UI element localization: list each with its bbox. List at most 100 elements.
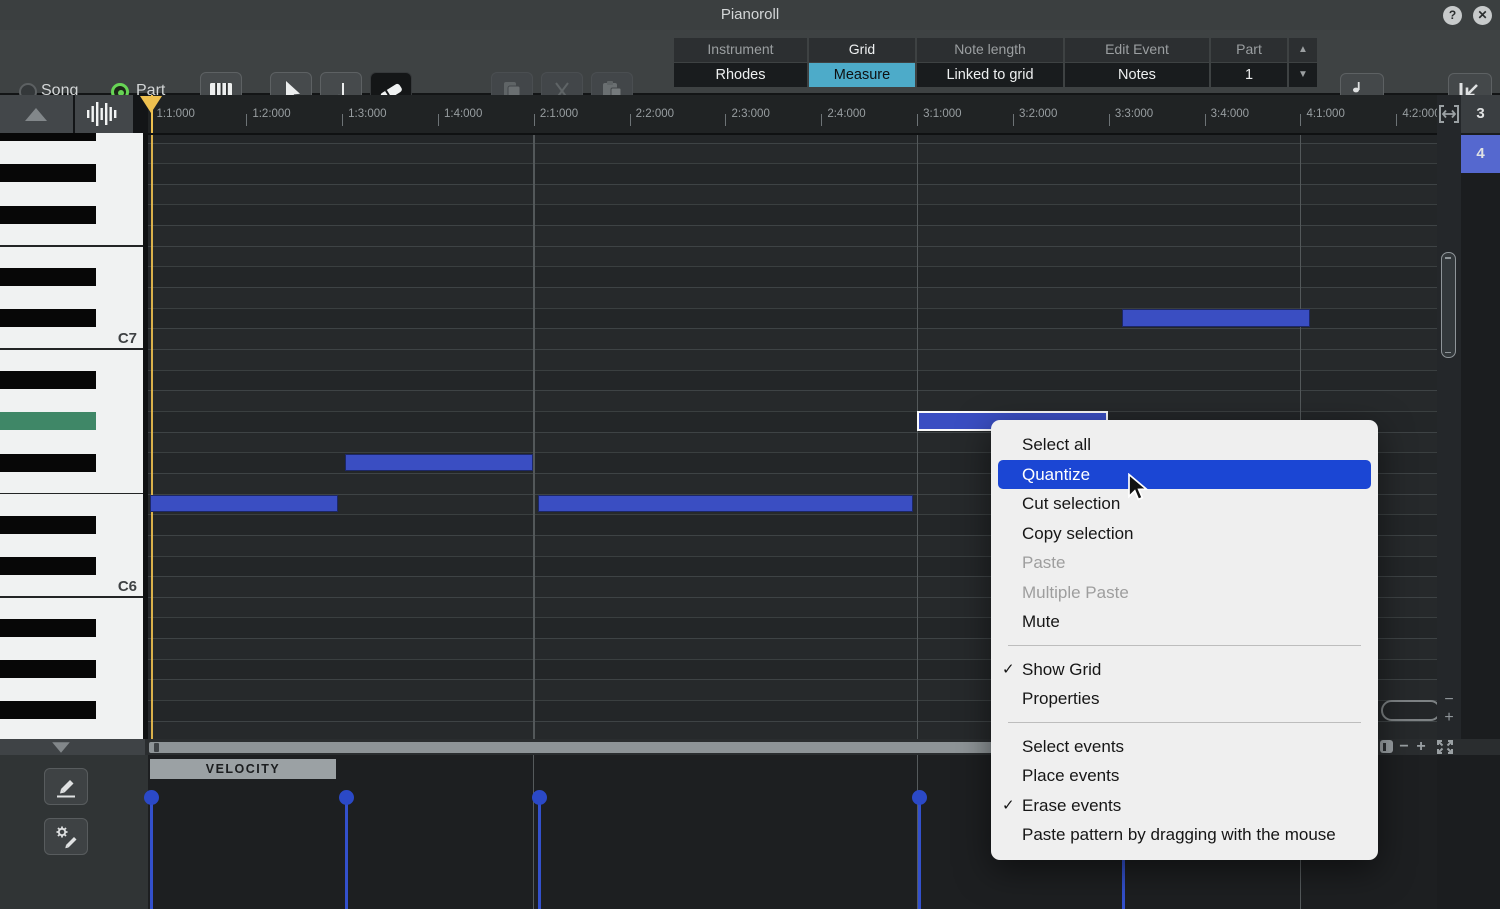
part-spinner-up[interactable]: ▲ bbox=[1289, 38, 1317, 62]
menu-item-quantize[interactable]: Quantize bbox=[998, 459, 1371, 489]
piano-key-a7[interactable] bbox=[0, 143, 143, 164]
highlighted-piano-key-black-g-6[interactable] bbox=[0, 412, 96, 431]
piano-key-black-c-7[interactable] bbox=[0, 309, 96, 328]
collapse-down-button[interactable] bbox=[0, 739, 145, 755]
part-tab-4[interactable]: 4 bbox=[1461, 134, 1500, 173]
vertical-zoom-in-button[interactable]: + bbox=[1437, 710, 1461, 726]
menu-item-erase-events[interactable]: ✓ Erase events bbox=[991, 791, 1378, 821]
menu-item-place-events[interactable]: Place events bbox=[991, 761, 1378, 791]
piano-key-e7[interactable] bbox=[0, 246, 143, 267]
piano-key-f5[interactable] bbox=[0, 721, 143, 739]
audition-waveform-button[interactable] bbox=[75, 95, 133, 133]
velocity-stem[interactable] bbox=[538, 797, 541, 909]
menu-item-label: Multiple Paste bbox=[1022, 582, 1129, 602]
velocity-header[interactable]: VELOCITY bbox=[150, 759, 336, 779]
piano-key-black-f-5[interactable] bbox=[0, 701, 96, 720]
velocity-stem[interactable] bbox=[345, 797, 348, 909]
vertical-zoom-out-button[interactable]: − bbox=[1437, 692, 1461, 708]
piano-key-d6[interactable] bbox=[0, 535, 143, 556]
piano-key-a5[interactable] bbox=[0, 638, 143, 659]
velocity-node[interactable] bbox=[532, 789, 547, 805]
menu-item-copy-selection[interactable]: Copy selection bbox=[991, 519, 1378, 549]
piano-key-black-d-6[interactable] bbox=[0, 515, 96, 534]
velocity-stem[interactable] bbox=[150, 797, 153, 909]
help-icon[interactable]: ? bbox=[1443, 6, 1462, 25]
timeline-view-icon[interactable] bbox=[1380, 740, 1393, 753]
velocity-transform-button[interactable] bbox=[44, 818, 88, 855]
checkmark-icon: ✓ bbox=[1002, 796, 1015, 814]
velocity-draw-button[interactable] bbox=[44, 768, 88, 805]
midi-note[interactable] bbox=[538, 495, 913, 513]
horizontal-zoom-out-button[interactable]: − bbox=[1397, 739, 1411, 755]
piano-key-black-f-7[interactable] bbox=[0, 205, 96, 224]
part-tab-3[interactable]: 3 bbox=[1461, 95, 1500, 133]
menu-item-multiple-paste[interactable]: Multiple Paste bbox=[991, 578, 1378, 608]
menu-item-mute[interactable]: Mute bbox=[991, 607, 1378, 637]
piano-key-black-d-7[interactable] bbox=[0, 267, 96, 286]
piano-key-f6[interactable] bbox=[0, 473, 143, 494]
ruler-label: 3:3:000 bbox=[1114, 108, 1154, 120]
fit-width-icon[interactable] bbox=[1438, 104, 1460, 124]
collapse-up-button[interactable] bbox=[0, 95, 73, 133]
part-spinner-down[interactable]: ▼ bbox=[1289, 63, 1317, 87]
piano-key-g6[interactable] bbox=[0, 432, 143, 453]
velocity-node[interactable] bbox=[912, 789, 927, 805]
menu-item-label: Properties bbox=[1022, 689, 1100, 708]
waveform-icon bbox=[87, 102, 117, 126]
menu-item-label: Show Grid bbox=[1022, 659, 1102, 679]
ruler-label: 1:3:000 bbox=[348, 108, 387, 120]
piano-key-f7[interactable] bbox=[0, 225, 143, 246]
menu-item-paste[interactable]: Paste bbox=[991, 548, 1378, 578]
midi-note[interactable] bbox=[1122, 309, 1310, 327]
piano-key-b6[interactable] bbox=[0, 349, 143, 370]
piano-key-black-c-6[interactable] bbox=[0, 556, 96, 575]
titlebar: Pianoroll ? ✕ bbox=[0, 0, 1500, 30]
measure-line bbox=[533, 755, 535, 909]
vertical-scrollbar-thumb[interactable] bbox=[1441, 252, 1456, 358]
menu-item-label: Cut selection bbox=[1022, 494, 1121, 513]
param-value-instrument[interactable]: Rhodes bbox=[674, 63, 807, 87]
horizontal-scrollbar-handle[interactable] bbox=[154, 742, 159, 752]
piano-key-black-a-7[interactable] bbox=[0, 133, 96, 142]
menu-item-paste-pattern-by-dragging-with-the-mouse[interactable]: Paste pattern by dragging with the mouse bbox=[991, 820, 1378, 850]
piano-key-black-a-6[interactable] bbox=[0, 370, 96, 389]
menu-item-show-grid[interactable]: ✓ Show Grid bbox=[991, 655, 1378, 685]
piano-key-g5[interactable] bbox=[0, 679, 143, 700]
param-value-note-length[interactable]: Linked to grid bbox=[917, 63, 1063, 87]
playhead-line[interactable] bbox=[150, 135, 153, 739]
param-value-grid[interactable]: Measure bbox=[809, 63, 915, 87]
ruler-label: 3:1:000 bbox=[923, 108, 962, 120]
menu-separator bbox=[1008, 722, 1361, 723]
midi-note[interactable] bbox=[345, 453, 533, 472]
vertical-scrollbar[interactable]: − + bbox=[1437, 95, 1461, 739]
midi-note[interactable] bbox=[150, 495, 338, 513]
close-icon[interactable]: ✕ bbox=[1473, 6, 1492, 25]
piano-key-black-g-7[interactable] bbox=[0, 164, 96, 183]
piano-key-g7[interactable] bbox=[0, 184, 143, 205]
playhead-marker[interactable] bbox=[140, 96, 162, 113]
piano-key-black-g-5[interactable] bbox=[0, 660, 96, 679]
param-header-instrument: Instrument bbox=[674, 38, 807, 62]
fullscreen-icon[interactable] bbox=[1436, 739, 1454, 755]
param-value-part[interactable]: 1 bbox=[1211, 63, 1287, 87]
octave-label: C6 bbox=[117, 578, 137, 596]
piano-key-black-f-6[interactable] bbox=[0, 453, 96, 472]
white-key-divider bbox=[0, 244, 143, 247]
menu-item-cut-selection[interactable]: Cut selection bbox=[991, 489, 1378, 519]
timeline-ruler[interactable]: 1:1:000 1:2:000 1:3:000 1:4:000 2:1:000 2:2:0… bbox=[148, 95, 1437, 135]
piano-keyboard[interactable]: C7 C6 bbox=[0, 133, 143, 739]
menu-item-properties[interactable]: Properties bbox=[991, 684, 1378, 714]
zoom-slider[interactable] bbox=[1381, 700, 1437, 721]
param-value-edit-event[interactable]: Notes bbox=[1065, 63, 1209, 87]
piano-key-b5[interactable] bbox=[0, 597, 143, 618]
horizontal-zoom-in-button[interactable]: + bbox=[1414, 739, 1428, 755]
menu-item-select-all[interactable]: Select all bbox=[991, 430, 1378, 460]
piano-key-black-a-5[interactable] bbox=[0, 618, 96, 637]
piano-key-d7[interactable] bbox=[0, 287, 143, 308]
velocity-node[interactable] bbox=[144, 789, 159, 805]
velocity-node[interactable] bbox=[339, 789, 354, 805]
piano-key-e6[interactable] bbox=[0, 494, 143, 515]
menu-item-select-events[interactable]: Select events bbox=[991, 732, 1378, 762]
velocity-stem[interactable] bbox=[918, 797, 921, 909]
piano-key-a6[interactable] bbox=[0, 390, 143, 411]
